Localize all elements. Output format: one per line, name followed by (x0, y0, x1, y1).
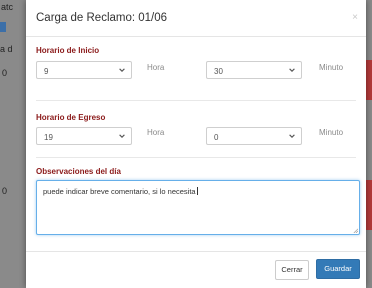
background-accent (366, 60, 372, 100)
background-accent (0, 22, 6, 32)
observaciones-label: Observaciones del día (36, 167, 121, 176)
egreso-minuto-unit: Minuto (319, 128, 344, 137)
modal-dialog: Carga de Reclamo: 01/06 × Horario de Ini… (26, 0, 366, 288)
modal-title: Carga de Reclamo: 01/06 (36, 12, 168, 24)
egreso-hora-value: 19 (44, 133, 53, 142)
chevron-down-icon (289, 68, 295, 72)
observaciones-textarea[interactable]: puede indicar breve comentario, si lo ne… (36, 180, 360, 235)
egreso-hora-unit: Hora (147, 128, 165, 137)
save-button[interactable]: Guardar (316, 259, 360, 279)
modal-header: Carga de Reclamo: 01/06 × (26, 0, 366, 37)
egreso-minuto-select[interactable]: 0 (206, 127, 302, 145)
modal-footer-divider (26, 251, 366, 252)
close-icon[interactable]: × (352, 12, 358, 23)
background-text: atc (1, 2, 14, 12)
section-divider (36, 100, 356, 101)
observaciones-text: puede indicar breve comentario, si lo ne… (43, 187, 198, 196)
section-divider (36, 157, 356, 158)
chevron-down-icon (119, 134, 125, 138)
egreso-hora-select[interactable]: 19 (36, 127, 132, 145)
inicio-minuto-value: 30 (214, 67, 223, 76)
chevron-down-icon (289, 134, 295, 138)
background-text: a d (0, 44, 13, 54)
text-caret (196, 187, 198, 195)
observaciones-value: puede indicar breve comentario, si lo ne… (43, 187, 196, 196)
resize-grip-icon[interactable] (353, 228, 358, 233)
inicio-hora-value: 9 (44, 67, 49, 76)
background-text: 0 (2, 68, 8, 78)
inicio-hora-select[interactable]: 9 (36, 61, 132, 79)
chevron-down-icon (119, 68, 125, 72)
inicio-minuto-unit: Minuto (319, 63, 344, 72)
inicio-label: Horario de Inicio (36, 46, 100, 55)
cancel-button[interactable]: Cerrar (275, 260, 309, 280)
egreso-label: Horario de Egreso (36, 113, 106, 122)
background-accent (366, 180, 372, 230)
egreso-minuto-value: 0 (214, 133, 219, 142)
inicio-minuto-select[interactable]: 30 (206, 61, 302, 79)
background-text: 0 (2, 186, 8, 196)
inicio-hora-unit: Hora (147, 63, 165, 72)
